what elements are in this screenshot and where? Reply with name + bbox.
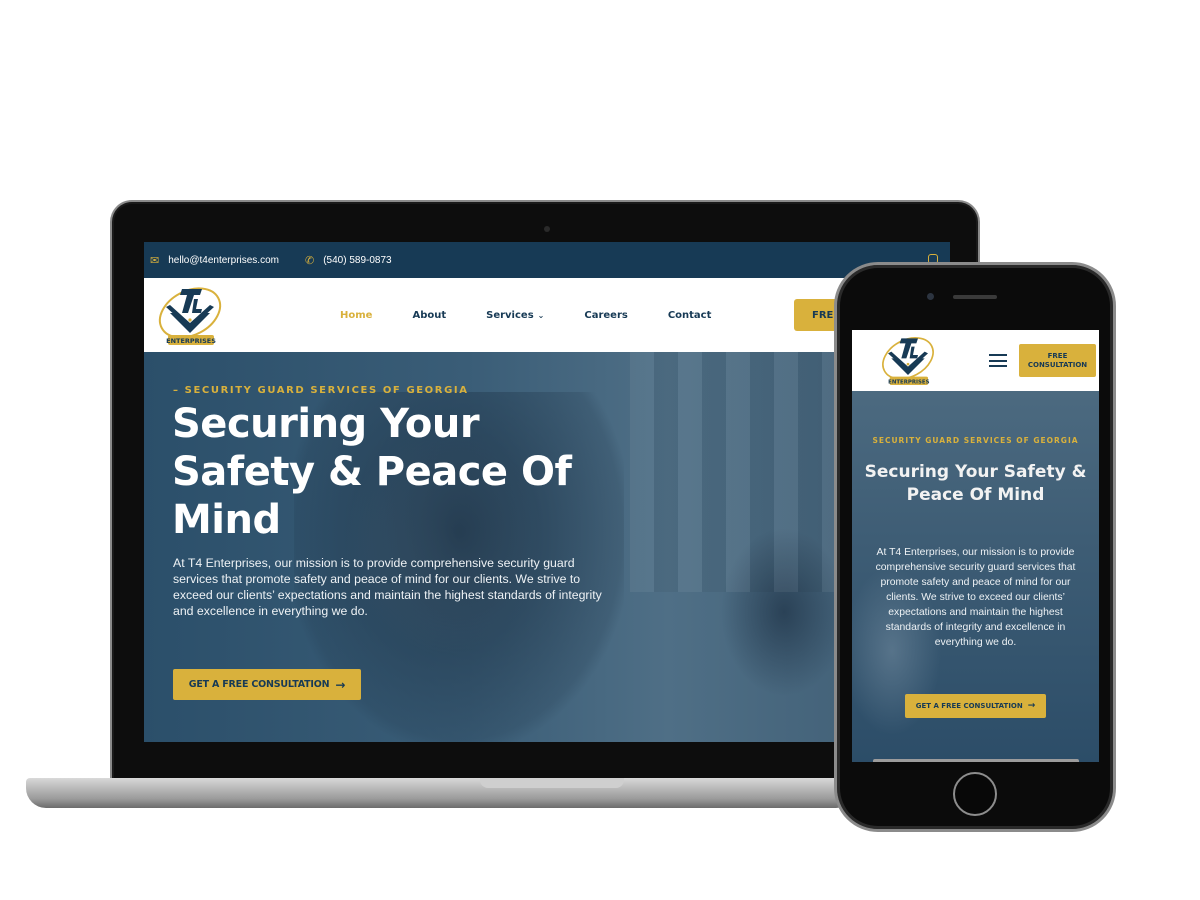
nav-home[interactable]: Home <box>340 310 372 321</box>
phone-camera <box>927 293 934 300</box>
mobile-hero-description: At T4 Enterprises, our mission is to pro… <box>875 547 1076 648</box>
t4-logo-icon: ENTERPRISES <box>158 287 222 345</box>
mail-icon: ✉ <box>150 254 160 267</box>
phone-home-button <box>953 772 997 816</box>
nav-services-label: Services <box>486 309 534 321</box>
mobile-cta-label: GET A FREE CONSULTATION <box>915 702 1023 710</box>
nav-services[interactable]: Services ⌄ <box>486 310 544 321</box>
hero-eyebrow: – SECURITY GUARD SERVICES OF GEORGIA <box>173 385 469 396</box>
hero-description: At T4 Enterprises, our mission is to pro… <box>173 556 602 618</box>
topbar-email[interactable]: ✉ hello@t4enterprises.com <box>150 254 279 267</box>
email-link[interactable]: hello@t4enterprises.com <box>168 255 279 266</box>
laptop-opening-notch <box>480 778 624 788</box>
svg-text:ENTERPRISES: ENTERPRISES <box>888 379 929 385</box>
topbar-phone[interactable]: ✆ (540) 589-0873 <box>305 254 392 267</box>
laptop-base <box>26 778 856 808</box>
desktop-website: ✉ hello@t4enterprises.com ✆ (540) 589-08… <box>144 242 950 742</box>
mobile-website: ENTERPRISES FREE CONSULTATION SECURITY G… <box>852 330 1099 762</box>
nav-contact[interactable]: Contact <box>668 310 712 321</box>
phone-link[interactable]: (540) 589-0873 <box>323 255 391 266</box>
hero-section: – SECURITY GUARD SERVICES OF GEORGIA Sec… <box>144 352 950 742</box>
chevron-down-icon: ⌄ <box>537 310 545 320</box>
hero-headline: Securing Your Safety & Peace Of Mind <box>172 401 572 543</box>
main-navbar: ENTERPRISES Home About Services ⌄ Career… <box>144 278 950 352</box>
phone-speaker <box>953 295 997 299</box>
mobile-get-free-consultation-button[interactable]: GET A FREE CONSULTATION → <box>905 694 1046 718</box>
mobile-feature-card <box>873 759 1079 762</box>
mobile-navbar: ENTERPRISES FREE CONSULTATION <box>852 330 1099 391</box>
laptop-camera <box>544 226 550 232</box>
mobile-cta-line2: CONSULTATION <box>1027 360 1088 369</box>
nav-careers[interactable]: Careers <box>584 310 627 321</box>
mobile-free-consultation-button[interactable]: FREE CONSULTATION <box>1019 344 1096 377</box>
hero-cta-label: GET A FREE CONSULTATION <box>188 679 330 690</box>
get-free-consultation-button[interactable]: GET A FREE CONSULTATION → <box>173 669 361 700</box>
svg-text:ENTERPRISES: ENTERPRISES <box>166 337 216 345</box>
site-logo[interactable]: ENTERPRISES <box>154 283 226 347</box>
t4-logo-icon: ENTERPRISES <box>882 337 934 385</box>
mobile-hero-section: SECURITY GUARD SERVICES OF GEORGIA Secur… <box>852 391 1099 762</box>
mobile-site-logo[interactable]: ENTERPRISES <box>878 332 938 388</box>
hamburger-menu-icon[interactable] <box>989 354 1007 367</box>
mobile-hero-eyebrow: SECURITY GUARD SERVICES OF GEORGIA <box>872 436 1079 445</box>
phone-icon: ✆ <box>304 254 315 267</box>
primary-nav: Home About Services ⌄ Careers Contact <box>340 278 751 352</box>
mobile-cta-line1: FREE <box>1047 351 1068 360</box>
arrow-right-icon: → <box>335 677 346 692</box>
contact-topbar: ✉ hello@t4enterprises.com ✆ (540) 589-08… <box>144 242 950 278</box>
arrow-right-icon: → <box>1027 701 1036 711</box>
nav-about[interactable]: About <box>412 310 446 321</box>
mobile-hero-headline: Securing Your Safety & Peace Of Mind <box>864 462 1087 505</box>
